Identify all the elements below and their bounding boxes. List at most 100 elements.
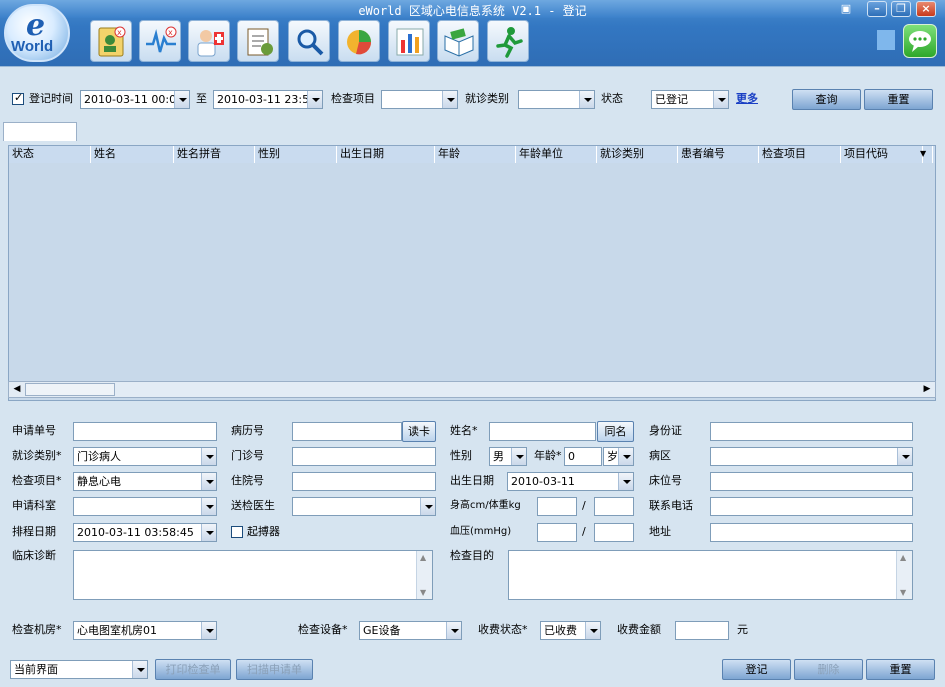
main-panel: 登记时间 2010-03-11 00:00 至 2010-03-11 23:59… <box>0 66 945 687</box>
read-card-button[interactable]: 读卡 <box>402 421 436 442</box>
pacemaker-checkbox[interactable] <box>231 526 243 538</box>
scroll-down-icon[interactable]: ▼ <box>420 588 426 597</box>
birth-select[interactable]: 2010-03-11 <box>507 472 634 491</box>
age-unit-select[interactable]: 岁 <box>603 447 634 466</box>
date-from-select[interactable]: 2010-03-11 00:00 <box>80 90 190 109</box>
weight-input[interactable] <box>594 497 634 516</box>
ecg-icon[interactable]: x <box>139 20 181 62</box>
id-card-input[interactable] <box>710 422 913 441</box>
diagnosis-scrollbar[interactable]: ▲ ▼ <box>416 551 432 599</box>
chevron-down-icon <box>585 622 600 639</box>
exam-item-filter-select[interactable] <box>381 90 458 109</box>
phone-input[interactable] <box>710 497 913 516</box>
result-tab[interactable] <box>3 122 77 141</box>
grid-column-header[interactable]: 年龄 <box>435 146 516 163</box>
chevron-down-icon <box>174 91 189 108</box>
amount-input[interactable] <box>675 621 729 640</box>
grid-column-header[interactable]: 状态 <box>9 146 91 163</box>
age-label: 年龄* <box>534 449 562 462</box>
reset-filter-button[interactable]: 重置 <box>864 89 933 110</box>
grid-column-header[interactable]: 检查项目 <box>759 146 841 163</box>
close-button[interactable]: × <box>916 1 936 17</box>
scroll-down-icon[interactable]: ▼ <box>900 588 906 597</box>
top-toolbar: eWorld 区域心电信息系统 V2.1 - 登记 e World x x ▣ … <box>0 0 945 66</box>
status-filter-select[interactable]: 已登记 <box>651 90 729 109</box>
doctor-icon[interactable] <box>188 20 230 62</box>
more-link[interactable]: 更多 <box>736 90 758 108</box>
clinic-no-input[interactable] <box>292 447 436 466</box>
amount-label: 收费金额 <box>617 623 661 636</box>
grid-column-header[interactable]: 出生日期 <box>337 146 435 163</box>
apply-dept-select[interactable] <box>73 497 217 516</box>
same-name-button[interactable]: 同名 <box>597 421 634 442</box>
purpose-textarea[interactable]: ▲ ▼ <box>508 550 913 600</box>
screen-icon[interactable]: ▣ <box>836 1 856 17</box>
room-select[interactable]: 心电图室机房01 <box>73 621 217 640</box>
chevron-down-icon <box>579 91 594 108</box>
minimize-button[interactable]: – <box>867 1 887 17</box>
exam-item-select[interactable]: 静息心电 <box>73 472 217 491</box>
sex-select[interactable]: 男 <box>489 447 527 466</box>
record-no-input[interactable] <box>292 422 402 441</box>
grid-column-header[interactable]: 姓名拼音 <box>174 146 255 163</box>
column-chooser-icon[interactable]: ▼ <box>917 146 933 163</box>
reset-form-button[interactable]: 重置 <box>866 659 935 680</box>
inpatient-no-input[interactable] <box>292 472 436 491</box>
address-input[interactable] <box>710 523 913 542</box>
patient-grid[interactable]: 状态 姓名 姓名拼音 性别 出生日期 年龄 年龄单位 就诊类别 患者编号 检查项目 项目代码 ▼ <box>8 145 936 401</box>
query-button[interactable]: 查询 <box>792 89 861 110</box>
bp-low-input[interactable] <box>594 523 634 542</box>
phone-label: 联系电话 <box>649 499 693 512</box>
chevron-down-icon <box>420 498 435 515</box>
register-button[interactable]: 登记 <box>722 659 791 680</box>
scroll-left-icon[interactable]: ◀ <box>10 383 24 396</box>
grid-column-header[interactable]: 患者编号 <box>678 146 759 163</box>
date-to-select[interactable]: 2010-03-11 23:59 <box>213 90 323 109</box>
grid-column-header[interactable]: 姓名 <box>91 146 174 163</box>
exit-icon[interactable] <box>487 20 529 62</box>
register-icon[interactable]: x <box>90 20 132 62</box>
id-card-label: 身份证 <box>649 424 682 437</box>
doctor-select[interactable] <box>292 497 436 516</box>
grid-column-header[interactable]: 就诊类别 <box>597 146 678 163</box>
scan-button[interactable]: 扫描申请单 <box>236 659 313 680</box>
visit-type-filter-select[interactable] <box>518 90 595 109</box>
panel-toggle[interactable] <box>877 30 895 50</box>
bed-input[interactable] <box>710 472 913 491</box>
window-title: eWorld 区域心电信息系统 V2.1 - 登记 <box>358 4 587 18</box>
grid-column-header[interactable]: 年龄单位 <box>516 146 597 163</box>
height-input[interactable] <box>537 497 577 516</box>
grid-column-header[interactable]: 性别 <box>255 146 337 163</box>
scroll-right-icon[interactable]: ▶ <box>920 383 934 396</box>
purpose-scrollbar[interactable]: ▲ ▼ <box>896 551 912 599</box>
delete-button[interactable]: 删除 <box>794 659 863 680</box>
visit-type-select[interactable]: 门诊病人 <box>73 447 217 466</box>
exam-item-label: 检查项目* <box>12 474 62 487</box>
bar-chart-icon[interactable] <box>388 20 430 62</box>
charge-status-label: 收费状态* <box>478 623 528 636</box>
book-icon[interactable] <box>437 20 479 62</box>
restore-button[interactable]: ❐ <box>891 1 911 17</box>
view-select[interactable]: 当前界面 <box>10 660 148 679</box>
scroll-thumb[interactable] <box>25 383 115 396</box>
bp-high-input[interactable] <box>537 523 577 542</box>
scroll-up-icon[interactable]: ▲ <box>900 553 906 562</box>
charge-status-select[interactable]: 已收费 <box>540 621 601 640</box>
scroll-up-icon[interactable]: ▲ <box>420 553 426 562</box>
schedule-select[interactable]: 2010-03-11 03:58:45 <box>73 523 217 542</box>
report-icon[interactable] <box>237 20 279 62</box>
age-input[interactable]: 0 <box>564 447 602 466</box>
ward-select[interactable] <box>710 447 913 466</box>
name-input[interactable] <box>489 422 596 441</box>
reg-time-checkbox[interactable] <box>12 91 24 105</box>
pie-chart-icon[interactable] <box>338 20 380 62</box>
search-icon[interactable] <box>288 20 330 62</box>
grid-column-header[interactable]: 项目代码 <box>841 146 923 163</box>
horizontal-scrollbar[interactable]: ◀ ▶ <box>8 381 936 398</box>
diagnosis-textarea[interactable]: ▲ ▼ <box>73 550 433 600</box>
print-button[interactable]: 打印检查单 <box>155 659 231 680</box>
chat-icon[interactable] <box>903 24 937 58</box>
device-select[interactable]: GE设备 <box>359 621 462 640</box>
request-no-input[interactable] <box>73 422 217 441</box>
chevron-down-icon <box>201 498 216 515</box>
